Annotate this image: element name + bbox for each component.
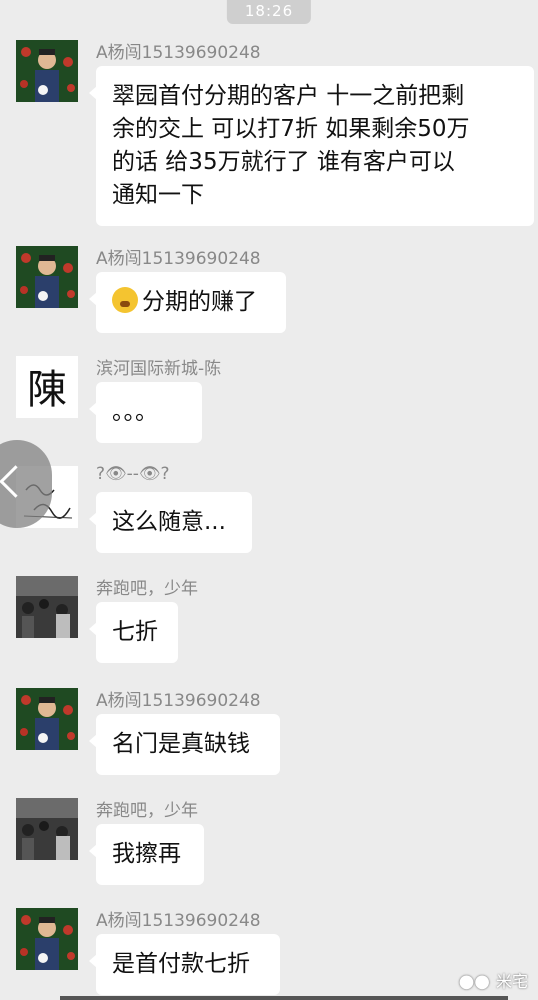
message-bubble[interactable]: 分期的赚了 xyxy=(89,272,286,333)
avatar[interactable] xyxy=(16,908,78,970)
sender-name: A杨闯15139690248 xyxy=(96,249,261,269)
avatar[interactable] xyxy=(16,688,78,750)
avatar[interactable] xyxy=(16,576,78,638)
crowd-bw-avatar xyxy=(16,576,78,638)
message-bubble[interactable]: 七折 xyxy=(89,602,178,663)
avatar[interactable] xyxy=(16,40,78,102)
message-bubble[interactable]: 这么随意... xyxy=(89,492,252,553)
crowd-bw-avatar xyxy=(16,798,78,860)
watermark-text: 米宅 xyxy=(495,972,528,991)
status-time: 18:26 xyxy=(226,0,312,24)
sender-name: A杨闯15139690248 xyxy=(96,911,261,931)
message-line: 的话 给35万就行了 谁有客户可以 xyxy=(112,149,455,175)
chevron-left-icon xyxy=(0,465,32,498)
message-text: 七折 xyxy=(112,619,158,645)
sender-name: A杨闯15139690248 xyxy=(96,43,261,63)
message-text: 分期的赚了 xyxy=(142,289,257,315)
wechat-official-icon: ●● xyxy=(458,971,490,992)
message-bubble[interactable]: 。。。 xyxy=(89,382,202,443)
message-bubble[interactable]: 翠园首付分期的客户 十一之前把剩 余的交上 可以打7折 如果剩余50万 的话 给… xyxy=(89,66,534,226)
groom-photo-avatar xyxy=(16,40,78,102)
avatar[interactable] xyxy=(16,798,78,860)
sender-name: 奔跑吧，少年 xyxy=(96,579,198,599)
message-text: 是首付款七折 xyxy=(112,951,250,977)
message-line: 余的交上 可以打7折 如果剩余50万 xyxy=(112,116,470,142)
message-text: 我擦再 xyxy=(112,841,181,867)
avatar[interactable] xyxy=(16,246,78,308)
watermark: ●● 米宅 xyxy=(459,968,528,992)
message-bubble[interactable]: 我擦再 xyxy=(89,824,204,885)
groom-photo-avatar xyxy=(16,246,78,308)
groom-photo-avatar xyxy=(16,908,78,970)
svg-text:陳: 陳 xyxy=(27,367,67,413)
sender-name: 滨河国际新城-陈 xyxy=(96,359,222,379)
sender-name: 奔跑吧，少年 xyxy=(96,801,198,821)
back-button[interactable] xyxy=(0,440,52,528)
message-bubble[interactable]: 名门是真缺钱 xyxy=(89,714,280,775)
avatar[interactable]: 陳 xyxy=(16,356,78,418)
calligraphy-chen-avatar: 陳 xyxy=(16,356,78,418)
message-bubble[interactable]: 是首付款七折 xyxy=(89,934,280,995)
message-text: 。。。 xyxy=(112,399,158,425)
grimace-emoji-icon xyxy=(112,287,138,313)
message-text: 名门是真缺钱 xyxy=(112,731,250,757)
message-line: 通知一下 xyxy=(112,182,204,208)
sender-name: A杨闯15139690248 xyxy=(96,691,261,711)
message-text: 这么随意... xyxy=(112,509,226,535)
message-line: 翠园首付分期的客户 十一之前把剩 xyxy=(112,83,465,109)
chat-screen: { "status_bar": { "time": "18:26" }, "me… xyxy=(0,0,538,1000)
home-indicator xyxy=(60,996,508,1000)
sender-name: ?👁--👁? xyxy=(96,464,170,484)
groom-photo-avatar xyxy=(16,688,78,750)
